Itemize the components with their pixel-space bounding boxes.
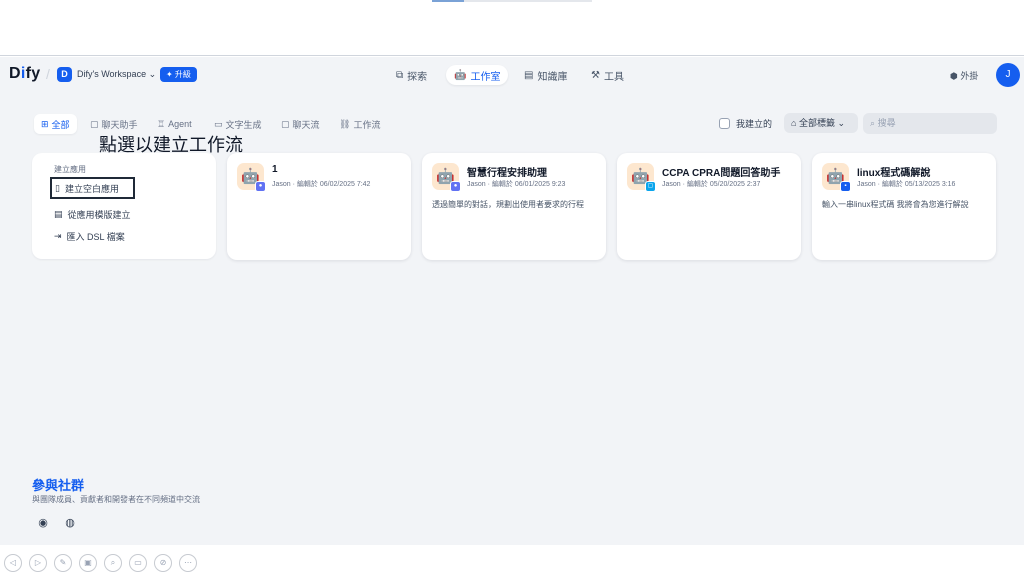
robot-icon: 🤖 <box>454 69 467 81</box>
nav-knowledge[interactable]: ▤ 知識庫 <box>516 65 575 85</box>
user-avatar[interactable]: J <box>996 63 1020 87</box>
search-icon: ⌕ <box>870 118 876 128</box>
import-icon: ⇥ <box>54 231 62 241</box>
tab-text-generation-label: 文字生成 <box>225 119 262 130</box>
app-meta: Jason · 編輯於 05/20/2025 2:37 <box>662 181 761 188</box>
github-icon[interactable]: ◉ <box>35 515 51 531</box>
app-title: linux程式碼解說 <box>857 168 931 179</box>
tab-all-label: 全部 <box>51 119 70 130</box>
create-app-card: 建立應用 ▯ 建立空白應用 ▤ 從應用模版建立 ⇥ 匯入 DSL 檔案 <box>32 153 216 259</box>
workflow-icon: ⛓ <box>339 118 351 129</box>
app-type-badge-icon: ● <box>255 181 266 192</box>
app-description: 透過簡單的對話，規劃出使用者要求的行程 <box>432 200 584 209</box>
app-card[interactable]: 🤖 ▪ linux程式碼解說 Jason · 編輯於 05/13/2025 3:… <box>812 153 996 260</box>
app-type-badge-icon: ● <box>450 181 461 192</box>
chevron-down-icon: ⌄ <box>148 69 157 79</box>
plugins-label: 外掛 <box>960 71 979 81</box>
prev-icon[interactable]: ◁ <box>4 554 22 572</box>
tab-chatflow[interactable]: ▢ 聊天流 <box>274 114 327 134</box>
hammer-icon: ⚒ <box>591 69 600 81</box>
logo-text-d: D <box>9 65 21 82</box>
nav-tools-label: 工具 <box>603 71 624 83</box>
discord-icon[interactable]: ◍ <box>62 515 78 531</box>
agent-icon: ♖ <box>157 118 166 129</box>
tag-filter-label: 全部標籤 <box>798 118 835 128</box>
dify-logo[interactable]: Dify <box>9 65 40 83</box>
created-by-me-label: 我建立的 <box>736 119 773 129</box>
nav-knowledge-label: 知識庫 <box>537 71 568 83</box>
upgrade-button[interactable]: ✦ 升級 <box>160 67 197 82</box>
header-separator: / <box>46 66 50 82</box>
app-meta: Jason · 編輯於 06/01/2025 9:23 <box>467 181 566 188</box>
browser-top-area <box>0 0 1024 56</box>
nav-explore-label: 探索 <box>407 71 428 83</box>
create-app-title: 建立應用 <box>54 165 86 174</box>
tab-workflow-label: 工作流 <box>353 119 381 130</box>
app-type-badge-icon: ▢ <box>645 181 656 192</box>
app-card[interactable]: 🤖 ● 智慧行程安排助理 Jason · 編輯於 06/01/2025 9:23… <box>422 153 606 260</box>
text-icon: ▭ <box>214 118 223 129</box>
template-icon: ▤ <box>54 209 63 219</box>
chat-icon: ▢ <box>90 118 99 129</box>
chevron-down-icon: ⌄ <box>837 118 846 128</box>
community-description: 與團隊成員、貢獻者和開發者在不同頻道中交流 <box>32 495 200 504</box>
pen-icon[interactable]: ✎ <box>54 554 72 572</box>
created-by-me-filter[interactable]: 我建立的 <box>719 117 772 130</box>
app-card[interactable]: 🤖 ▢ CCPA CPRA問題回答助手 Jason · 編輯於 05/20/20… <box>617 153 801 260</box>
app-description: 輸入一串linux程式碼 我將會為您進行解說 <box>822 200 969 209</box>
app-card[interactable]: 🤖 ● 1 Jason · 編輯於 06/02/2025 7:42 <box>227 153 411 260</box>
workspace-name: Dify's Workspace <box>77 69 147 79</box>
create-from-template-button[interactable]: ▤ 從應用模版建立 <box>54 208 131 221</box>
camera-off-icon[interactable]: ⊘ <box>154 554 172 572</box>
cube-icon: ⬢ <box>950 71 958 81</box>
app-meta: Jason · 編輯於 05/13/2025 3:16 <box>857 181 956 188</box>
top-header: Dify / D Dify's Workspace ⌄ ✦ 升級 ⧉ 探索 🤖 … <box>0 57 1024 93</box>
tab-agent-label: Agent <box>168 119 192 129</box>
more-icon[interactable]: ⋯ <box>179 554 197 572</box>
created-by-me-checkbox[interactable] <box>719 118 730 129</box>
zoom-icon[interactable]: ⌕ <box>104 554 122 572</box>
workspace-selector[interactable]: Dify's Workspace ⌄ <box>77 69 156 80</box>
next-icon[interactable]: ▷ <box>29 554 47 572</box>
app-type-badge-icon: ▪ <box>840 181 851 192</box>
chatflow-icon: ▢ <box>281 118 290 129</box>
subtitle-icon[interactable]: ▭ <box>129 554 147 572</box>
bottom-toolbar: ◁ ▷ ✎ ▣ ⌕ ▭ ⊘ ⋯ <box>0 546 1024 576</box>
nav-tools[interactable]: ⚒ 工具 <box>583 65 632 85</box>
search-placeholder: 搜尋 <box>877 118 896 128</box>
logo-text-fy: fy <box>25 65 41 82</box>
app-title: 智慧行程安排助理 <box>467 168 547 179</box>
tab-chatflow-label: 聊天流 <box>292 119 320 130</box>
tab-chat-assistant-label: 聊天助手 <box>101 119 138 130</box>
search-input[interactable]: ⌕ 搜尋 <box>863 113 997 134</box>
create-blank-label: 建立空白應用 <box>64 183 119 194</box>
workspace-avatar[interactable]: D <box>57 67 72 82</box>
top-progress-indicator <box>432 0 592 2</box>
compass-icon: ⧉ <box>396 69 404 81</box>
book-icon: ▤ <box>524 69 534 81</box>
file-icon: ▯ <box>55 182 60 193</box>
import-dsl-label: 匯入 DSL 檔案 <box>66 232 125 242</box>
tag-filter-select[interactable]: ⌂ 全部標籤 ⌄ <box>784 113 858 133</box>
app-meta: Jason · 編輯於 06/02/2025 7:42 <box>272 181 371 188</box>
create-from-template-label: 從應用模版建立 <box>67 210 131 220</box>
dify-app: Dify / D Dify's Workspace ⌄ ✦ 升級 ⧉ 探索 🤖 … <box>0 57 1024 545</box>
community-title: 參與社群 <box>32 478 85 493</box>
app-title: 1 <box>272 164 278 175</box>
nav-explore[interactable]: ⧉ 探索 <box>388 65 435 85</box>
app-title: CCPA CPRA問題回答助手 <box>662 168 781 179</box>
tag-icon: ⌂ <box>791 118 797 128</box>
grid-icon: ⊞ <box>41 118 49 129</box>
slides-icon[interactable]: ▣ <box>79 554 97 572</box>
nav-studio-label: 工作室 <box>470 71 501 83</box>
create-blank-app-button[interactable]: ▯ 建立空白應用 <box>50 177 135 199</box>
import-dsl-button[interactable]: ⇥ 匯入 DSL 檔案 <box>54 230 125 243</box>
tab-workflow[interactable]: ⛓ 工作流 <box>332 114 387 134</box>
plugins-button[interactable]: ⬢ 外掛 <box>950 69 978 82</box>
tab-all[interactable]: ⊞ 全部 <box>34 114 77 134</box>
nav-studio[interactable]: 🤖 工作室 <box>446 65 509 85</box>
